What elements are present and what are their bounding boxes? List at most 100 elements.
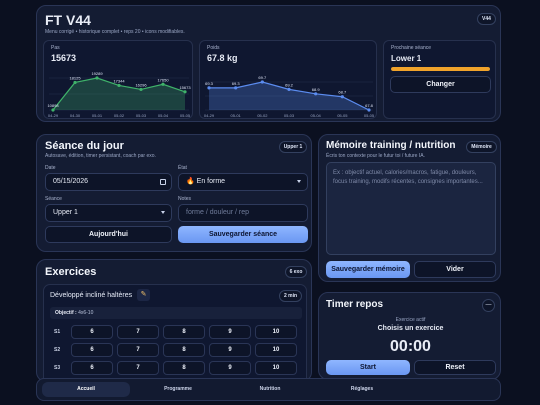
steps-tick-label: 04-30: [70, 113, 81, 118]
notes-placeholder: forme / douleur / rep: [186, 209, 250, 216]
weight-point: [260, 80, 264, 84]
tab-reglages[interactable]: Réglages: [318, 382, 406, 397]
steps-data-label: 18125: [69, 75, 81, 80]
reset-button[interactable]: Reset: [414, 360, 496, 375]
memory-badge: Mémoire: [466, 141, 497, 153]
session-select-value: Upper 1: [53, 209, 78, 216]
minus-icon: —: [485, 302, 492, 308]
weight-data-label: 69.3: [232, 81, 241, 86]
tab-programme[interactable]: Programme: [134, 382, 222, 397]
steps-tick-label: 05-03: [136, 113, 147, 118]
rep-cell[interactable]: 8: [163, 325, 205, 339]
rep-cell[interactable]: 7: [117, 343, 159, 357]
rep-cell[interactable]: 10: [255, 361, 297, 375]
steps-tick-label: 04-29: [48, 113, 59, 118]
save-session-button[interactable]: Sauvegarder séance: [178, 226, 308, 243]
steps-label: Pas: [51, 45, 60, 51]
memory-textarea[interactable]: Ex : objectif actuel, calories/macros, f…: [326, 162, 496, 255]
weight-tick-label: 05-04: [311, 113, 322, 118]
weight-tick-label: 05-05: [337, 113, 348, 118]
weight-point: [287, 87, 291, 91]
steps-tick-label: 05-02: [114, 113, 125, 118]
session-select-label: Séance: [45, 196, 62, 202]
rep-cell[interactable]: 6: [71, 361, 113, 375]
active-exercise-value: Choisis un exercice: [377, 325, 444, 332]
steps-chart: 10898 04-29 18125 04-30 19289 05-01 17344 05-02…: [47, 71, 191, 118]
tab-nutrition[interactable]: Nutrition: [226, 382, 314, 397]
notes-input[interactable]: forme / douleur / rep: [178, 204, 308, 222]
steps-point: [95, 76, 99, 80]
weight-chart: 69.3 04-29 69.3 05-01 69.7 05-02 69.2 05-03 68.9…: [204, 75, 375, 118]
app-subtitle: Menu corrigé • historique complet • reps…: [45, 29, 185, 35]
pencil-icon[interactable]: ✎: [137, 289, 150, 301]
memory-title: Mémoire training / nutrition: [326, 140, 456, 151]
steps-data-label: 17344: [113, 78, 125, 83]
exercise-name: Développé incliné haltères: [50, 292, 133, 299]
steps-value: 15673: [51, 53, 77, 63]
date-input[interactable]: 05/15/2026: [45, 173, 172, 191]
rep-cell[interactable]: 10: [255, 325, 297, 339]
start-button[interactable]: Start: [326, 360, 410, 375]
rep-cell[interactable]: 9: [209, 361, 251, 375]
version-badge: V44: [477, 13, 496, 25]
timer-display: 00:00: [390, 338, 431, 355]
session-badge: Upper 1: [279, 141, 307, 153]
timer-toggle-button[interactable]: —: [482, 299, 495, 312]
weight-tick-label: 05-02: [257, 113, 268, 118]
session-card: Séance du jour Autosave, édition, timer …: [36, 134, 312, 252]
weight-card: Poids 67.8 kg 69.3 04-29 69.3 05-01 69.7 05-0…: [199, 40, 377, 119]
objective-box: Objectif : 4x6-10: [50, 307, 302, 319]
rep-cell[interactable]: 7: [117, 361, 159, 375]
weight-point: [314, 92, 318, 96]
objective-value: 4x6-10: [78, 310, 94, 316]
steps-tick-label: 05-05: [180, 113, 191, 118]
state-select[interactable]: 🔥 En forme: [178, 173, 308, 191]
session-subtitle: Autosave, édition, timer persistant, coa…: [45, 153, 156, 159]
steps-card: Pas 15673 10898 04-29 18125 04-30 19289 05-01…: [43, 40, 193, 119]
rep-cell[interactable]: 7: [117, 325, 159, 339]
change-button[interactable]: Changer: [390, 76, 491, 93]
save-memory-button[interactable]: Sauvegarder mémoire: [326, 261, 410, 278]
set-label: S3: [54, 365, 61, 371]
steps-point: [139, 87, 143, 92]
set-label: S1: [54, 329, 61, 335]
steps-point: [161, 82, 165, 86]
tab-accueil[interactable]: Accueil: [42, 382, 130, 397]
state-label: État: [178, 165, 187, 171]
rep-cell[interactable]: 6: [71, 343, 113, 357]
rep-cell[interactable]: 8: [163, 343, 205, 357]
memory-placeholder: Ex : objectif actuel, calories/macros, f…: [333, 170, 483, 185]
timer-title: Timer repos: [326, 299, 384, 310]
timer-card: Timer repos — Exercice actif Choisis un …: [318, 292, 501, 380]
session-select[interactable]: Upper 1: [45, 204, 172, 222]
rep-cell[interactable]: 10: [255, 343, 297, 357]
objective-label: Objectif :: [55, 310, 77, 316]
rest-badge: 2 min: [279, 290, 302, 302]
chevron-down-icon: [161, 211, 165, 214]
next-session-label: Prochaine séance: [391, 45, 432, 51]
calendar-icon[interactable]: [160, 179, 166, 185]
rep-cell[interactable]: 8: [163, 361, 205, 375]
memory-card: Mémoire training / nutrition Écris ton c…: [318, 134, 501, 282]
steps-point: [73, 80, 77, 85]
steps-data-label: 15673: [179, 85, 191, 90]
today-button[interactable]: Aujourd'hui: [45, 226, 172, 243]
app-title: FT V44: [45, 12, 91, 28]
rep-cell[interactable]: 9: [209, 325, 251, 339]
state-value: 🔥 En forme: [186, 178, 226, 185]
clear-memory-button[interactable]: Vider: [414, 261, 496, 278]
rep-cell[interactable]: 6: [71, 325, 113, 339]
weight-data-label: 69.3: [205, 81, 214, 86]
weight-data-label: 68.9: [312, 87, 321, 92]
session-title: Séance du jour: [45, 140, 124, 152]
date-label: Date: [45, 165, 56, 171]
rep-cell[interactable]: 9: [209, 343, 251, 357]
steps-data-label: 19289: [91, 71, 103, 76]
weight-point: [340, 95, 344, 99]
steps-data-label: 10898: [47, 103, 59, 108]
steps-data-label: 17650: [157, 77, 169, 82]
weight-point: [367, 108, 371, 112]
weight-tick-label: 05-01: [231, 113, 242, 118]
date-value: 05/15/2026: [53, 178, 89, 185]
next-session-value: Lower 1: [391, 54, 422, 63]
